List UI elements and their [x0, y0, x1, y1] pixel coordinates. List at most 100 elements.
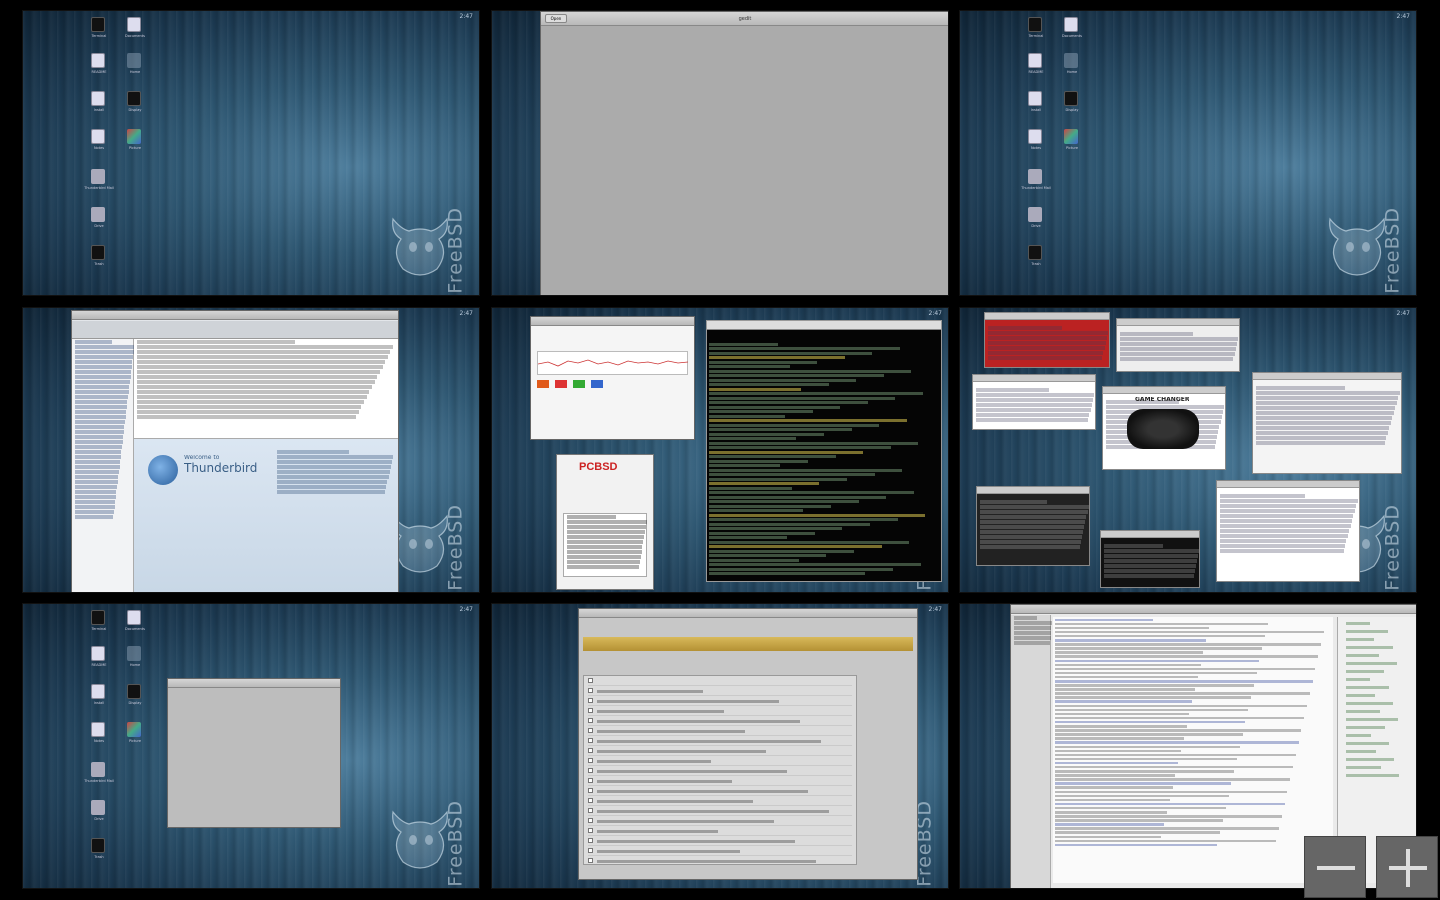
checkbox-icon[interactable] [588, 808, 593, 813]
settings-row[interactable] [588, 708, 852, 723]
checkbox-icon[interactable] [588, 748, 593, 753]
workspace-1[interactable]: 2:47 FreeBSD Terminal Documents README Home In… [22, 10, 480, 296]
monitor-icon[interactable]: Display [1056, 91, 1088, 125]
settings-row[interactable] [588, 768, 852, 783]
checkbox-icon[interactable] [588, 788, 593, 793]
user-entry[interactable] [1346, 638, 1375, 641]
user-entry[interactable] [1346, 710, 1380, 713]
checkbox-icon[interactable] [588, 828, 593, 833]
document-icon[interactable]: README [83, 646, 115, 680]
checkbox-icon[interactable] [588, 778, 593, 783]
trash-icon[interactable]: Trash [83, 245, 115, 279]
folder-icon[interactable]: Home [119, 646, 151, 680]
user-entry[interactable] [1346, 774, 1399, 777]
terminal-thumbnail[interactable] [1100, 530, 1200, 588]
terminal-window[interactable] [706, 320, 942, 582]
trash-icon[interactable]: Trash [1020, 245, 1052, 279]
user-entry[interactable] [1346, 686, 1389, 689]
checkbox-icon[interactable] [588, 838, 593, 843]
drive-icon[interactable]: Drive [83, 800, 115, 834]
user-entry[interactable] [1346, 630, 1388, 633]
browser-window-1[interactable] [984, 312, 1110, 368]
user-entry[interactable] [1346, 750, 1377, 753]
monitor-icon[interactable]: Display [119, 91, 151, 125]
drive-icon[interactable]: Drive [1020, 207, 1052, 241]
document-icon[interactable]: Documents [119, 610, 151, 644]
zoom-out-button[interactable] [1304, 836, 1366, 898]
settings-window[interactable] [578, 608, 918, 880]
workspace-3[interactable]: 2:47 FreeBSD Terminal Documents README Home In… [959, 10, 1417, 296]
checkbox-icon[interactable] [588, 718, 593, 723]
folder-icon[interactable]: Home [1056, 53, 1088, 87]
application-icon[interactable]: Thunderbird Mail [83, 762, 115, 796]
user-entry[interactable] [1346, 734, 1372, 737]
gedit-window[interactable]: gedit Open [540, 11, 948, 295]
checkbox-icon[interactable] [588, 688, 593, 693]
terminal-icon[interactable]: Terminal [83, 17, 115, 51]
browser-window-freshports[interactable] [1216, 480, 1360, 582]
open-button[interactable]: Open [545, 14, 567, 23]
document-icon[interactable]: Install [83, 684, 115, 718]
workspace-7[interactable]: 2:47 FreeBSD Terminal Documents README Home In… [22, 603, 480, 889]
application-icon[interactable]: Thunderbird Mail [1020, 169, 1052, 203]
settings-row[interactable] [588, 788, 852, 803]
user-entry[interactable] [1346, 766, 1381, 769]
pcbsd-window[interactable]: PCBSD [556, 454, 654, 590]
settings-row[interactable] [588, 688, 852, 703]
user-entry[interactable] [1346, 646, 1393, 649]
document-icon[interactable]: Notes [83, 129, 115, 163]
workspace-8[interactable]: 2:47 FreeBSD [491, 603, 949, 889]
user-entry[interactable] [1346, 726, 1385, 729]
settings-row[interactable] [588, 678, 852, 693]
terminal-icon[interactable]: Terminal [1020, 17, 1052, 51]
document-icon[interactable]: Install [83, 91, 115, 125]
user-entry[interactable] [1346, 654, 1380, 657]
user-entry[interactable] [1346, 718, 1399, 721]
user-entry[interactable] [1346, 662, 1398, 665]
user-entry[interactable] [1346, 678, 1371, 681]
checkbox-icon[interactable] [588, 698, 593, 703]
workspace-4[interactable]: 2:47 FreeBSD Welcome to Thunderbird [22, 307, 480, 593]
checkbox-icon[interactable] [588, 818, 593, 823]
user-entry[interactable] [1346, 622, 1370, 625]
checkbox-icon[interactable] [588, 728, 593, 733]
document-icon[interactable]: Notes [83, 722, 115, 756]
document-icon[interactable]: README [83, 53, 115, 87]
document-icon[interactable]: Install [1020, 91, 1052, 125]
folder-icon[interactable]: Home [119, 53, 151, 87]
settings-row[interactable] [588, 848, 852, 863]
browser-window-3[interactable] [972, 374, 1096, 430]
browser-window-video[interactable] [976, 486, 1090, 566]
monitor-icon[interactable]: Display [119, 684, 151, 718]
user-entry[interactable] [1346, 702, 1394, 705]
document-icon[interactable]: Notes [1020, 129, 1052, 163]
workspace-6[interactable]: 2:47 FreeBSD GAME CHANGER [959, 307, 1417, 593]
thunderbird-window[interactable]: Welcome to Thunderbird [71, 310, 399, 592]
system-monitor-window[interactable] [530, 316, 695, 440]
settings-row[interactable] [588, 718, 852, 733]
image-icon[interactable]: Picture [119, 129, 151, 163]
checkbox-icon[interactable] [588, 758, 593, 763]
checkbox-icon[interactable] [588, 798, 593, 803]
workspace-5[interactable]: 2:47FreeBSDPCBSD [491, 307, 949, 593]
settings-row[interactable] [588, 798, 852, 813]
checkbox-icon[interactable] [588, 738, 593, 743]
trash-icon[interactable]: Trash [83, 838, 115, 872]
image-icon[interactable]: Picture [1056, 129, 1088, 163]
document-icon[interactable]: Documents [1056, 17, 1088, 51]
document-icon[interactable]: Documents [119, 17, 151, 51]
settings-row[interactable] [588, 778, 852, 793]
checkbox-icon[interactable] [588, 858, 593, 863]
settings-row[interactable] [588, 838, 852, 853]
checkbox-icon[interactable] [588, 708, 593, 713]
browser-window-game-changer[interactable]: GAME CHANGER [1102, 386, 1226, 470]
small-window[interactable] [167, 678, 341, 828]
user-entry[interactable] [1346, 742, 1390, 745]
workspace-2[interactable]: 2:47FreeBSDgeditOpen [491, 10, 949, 296]
settings-row[interactable] [588, 698, 852, 713]
terminal-icon[interactable]: Terminal [83, 610, 115, 644]
checkbox-icon[interactable] [588, 768, 593, 773]
user-entry[interactable] [1346, 758, 1395, 761]
drive-icon[interactable]: Drive [83, 207, 115, 241]
application-icon[interactable]: Thunderbird Mail [83, 169, 115, 203]
